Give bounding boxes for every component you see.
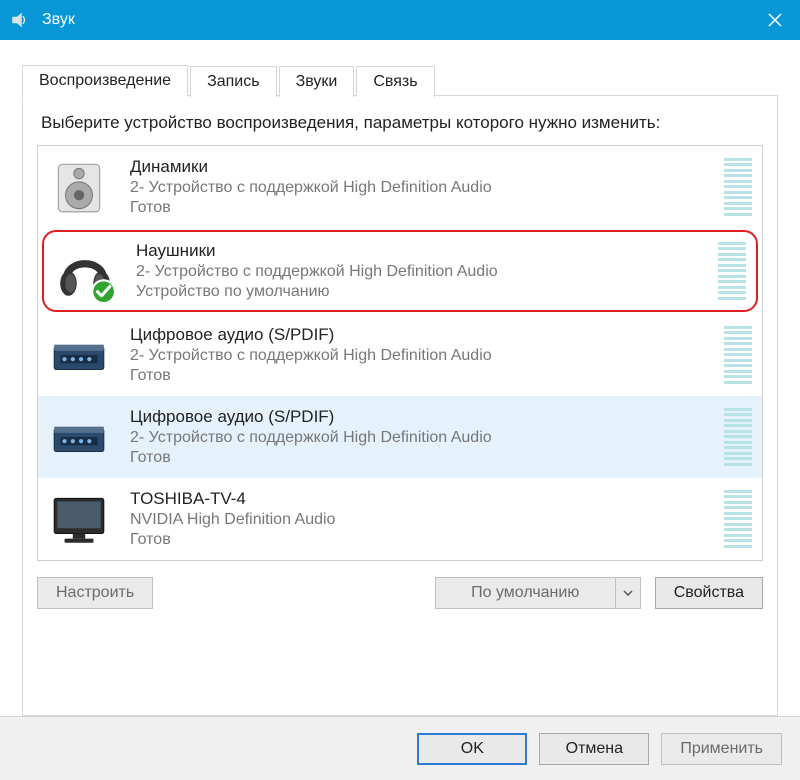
device-sub: 2- Устройство с поддержкой High Definiti…: [136, 262, 708, 282]
device-text: Цифровое аудио (S/PDIF) 2- Устройство с …: [130, 324, 714, 385]
tab-recording[interactable]: Запись: [190, 66, 277, 97]
device-status: Готов: [130, 448, 714, 468]
spdif-icon: [48, 406, 110, 468]
tab-panel-playback: Выберите устройство воспроизведения, пар…: [22, 95, 778, 716]
cancel-button[interactable]: Отмена: [539, 733, 649, 765]
device-text: Динамики 2- Устройство с поддержкой High…: [130, 156, 714, 217]
device-text: Наушники 2- Устройство с поддержкой High…: [136, 240, 708, 301]
level-meter: [718, 242, 746, 300]
ok-button[interactable]: OK: [417, 733, 527, 765]
device-title: Цифровое аудио (S/PDIF): [130, 324, 714, 345]
tv-icon: [48, 488, 110, 550]
spdif-icon: [48, 324, 110, 386]
device-status: Готов: [130, 366, 714, 386]
device-row[interactable]: Цифровое аудио (S/PDIF) 2- Устройство с …: [38, 314, 762, 396]
tab-playback[interactable]: Воспроизведение: [22, 65, 188, 97]
panel-buttons: Настроить По умолчанию Свойства: [37, 577, 763, 609]
device-title: Цифровое аудио (S/PDIF): [130, 406, 714, 427]
instruction-text: Выберите устройство воспроизведения, пар…: [41, 112, 759, 135]
device-row[interactable]: Цифровое аудио (S/PDIF) 2- Устройство с …: [38, 396, 762, 478]
tabstrip: Воспроизведение Запись Звуки Связь: [22, 64, 778, 96]
set-default-button[interactable]: По умолчанию: [435, 577, 615, 609]
device-title: TOSHIBA-TV-4: [130, 488, 714, 509]
device-sub: NVIDIA High Definition Audio: [130, 510, 714, 530]
properties-button[interactable]: Свойства: [655, 577, 763, 609]
device-row[interactable]: Динамики 2- Устройство с поддержкой High…: [38, 146, 762, 228]
device-sub: 2- Устройство с поддержкой High Definiti…: [130, 178, 714, 198]
device-title: Наушники: [136, 240, 708, 261]
set-default-caret[interactable]: [615, 577, 641, 609]
device-status: Готов: [130, 198, 714, 218]
device-text: Цифровое аудио (S/PDIF) 2- Устройство с …: [130, 406, 714, 467]
device-status: Устройство по умолчанию: [136, 282, 708, 302]
sound-dialog: Звук Воспроизведение Запись Звуки Связь …: [0, 0, 800, 780]
level-meter: [724, 326, 752, 384]
level-meter: [724, 408, 752, 466]
dialog-body: Воспроизведение Запись Звуки Связь Выбер…: [0, 40, 800, 716]
tab-communications[interactable]: Связь: [356, 66, 434, 97]
device-list: Динамики 2- Устройство с поддержкой High…: [37, 145, 763, 561]
chevron-down-icon: [623, 590, 633, 596]
configure-button[interactable]: Настроить: [37, 577, 153, 609]
window-title: Звук: [42, 11, 750, 29]
level-meter: [724, 158, 752, 216]
device-row[interactable]: TOSHIBA-TV-4 NVIDIA High Definition Audi…: [38, 478, 762, 560]
apply-button[interactable]: Применить: [661, 733, 782, 765]
dialog-footer: OK Отмена Применить: [0, 716, 800, 780]
speaker-icon: [48, 156, 110, 218]
device-row[interactable]: Наушники 2- Устройство с поддержкой High…: [42, 230, 758, 312]
headphones-icon: [54, 240, 116, 302]
device-title: Динамики: [130, 156, 714, 177]
close-button[interactable]: [750, 0, 800, 40]
level-meter: [724, 490, 752, 548]
sound-app-icon: [10, 10, 30, 30]
titlebar: Звук: [0, 0, 800, 40]
device-sub: 2- Устройство с поддержкой High Definiti…: [130, 428, 714, 448]
device-sub: 2- Устройство с поддержкой High Definiti…: [130, 346, 714, 366]
device-status: Готов: [130, 530, 714, 550]
device-text: TOSHIBA-TV-4 NVIDIA High Definition Audi…: [130, 488, 714, 549]
set-default-dropdown[interactable]: По умолчанию: [435, 577, 641, 609]
tab-sounds[interactable]: Звуки: [279, 66, 355, 97]
